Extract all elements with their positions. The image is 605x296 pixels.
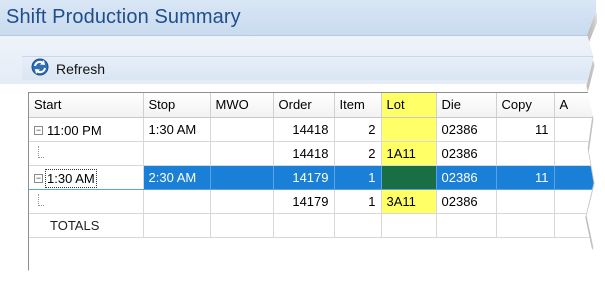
cell-item	[334, 213, 382, 238]
cell-die[interactable]: 02386	[436, 165, 497, 190]
cell-start[interactable]	[29, 141, 144, 166]
table-row-selected[interactable]: −1:30 AM 2:30 AM 14179 1 02386 11	[29, 165, 595, 190]
cell-stop[interactable]: 1:30 AM	[143, 117, 211, 142]
cell-mwo	[210, 213, 274, 238]
cell-order[interactable]: 14179	[273, 165, 335, 190]
table-row[interactable]: −11:00 PM 1:30 AM 14418 2 02386 11	[29, 117, 595, 142]
cell-die[interactable]: 02386	[436, 117, 497, 142]
tree-connector	[38, 145, 44, 158]
tree-connector	[38, 193, 44, 206]
totals-label: TOTALS	[29, 213, 144, 238]
cell-mwo[interactable]	[210, 117, 274, 142]
column-header-mwo[interactable]: MWO	[210, 93, 274, 118]
cell-extra[interactable]	[554, 117, 595, 142]
column-header-copy[interactable]: Copy	[496, 93, 555, 118]
window-title: Shift Production Summary	[6, 6, 241, 28]
cell-copy[interactable]: 11	[496, 165, 555, 190]
cell-die	[436, 213, 497, 238]
refresh-button[interactable]: Refresh	[26, 58, 109, 80]
grid-header-row: Start Stop MWO Order Item Lot Die Copy A	[29, 93, 595, 118]
column-header-extra[interactable]: A	[554, 93, 595, 118]
column-header-lot[interactable]: Lot	[381, 93, 437, 118]
cell-copy[interactable]	[496, 141, 555, 166]
totals-row: TOTALS	[29, 213, 595, 238]
production-grid[interactable]: Start Stop MWO Order Item Lot Die Copy A	[28, 92, 596, 272]
cell-lot	[381, 213, 437, 238]
cell-copy[interactable]	[496, 189, 555, 214]
table-row[interactable]: 14418 2 1A11 02386	[29, 141, 595, 166]
cell-start[interactable]: −1:30 AM	[29, 165, 144, 190]
refresh-icon	[30, 57, 50, 82]
cell-extra[interactable]	[554, 165, 595, 190]
cell-mwo[interactable]	[210, 141, 274, 166]
table-row[interactable]: 14179 1 3A11 02386	[29, 189, 595, 214]
cell-order	[273, 213, 335, 238]
column-header-die[interactable]: Die	[436, 93, 497, 118]
title-bar: Shift Production Summary	[0, 0, 596, 36]
cell-item[interactable]: 2	[334, 141, 382, 166]
column-header-order[interactable]: Order	[273, 93, 335, 118]
screenshot-stage: Shift Production Summary Refresh Start S…	[0, 0, 605, 296]
cell-die[interactable]: 02386	[436, 141, 497, 166]
cell-mwo[interactable]	[210, 189, 274, 214]
cell-order[interactable]: 14418	[273, 117, 335, 142]
cell-mwo[interactable]	[210, 165, 274, 190]
column-header-start[interactable]: Start	[29, 93, 144, 118]
cell-copy	[496, 213, 555, 238]
cell-stop[interactable]	[143, 141, 211, 166]
cell-extra[interactable]	[554, 141, 595, 166]
cell-lot[interactable]	[381, 165, 437, 190]
cell-order[interactable]: 14179	[273, 189, 335, 214]
column-header-item[interactable]: Item	[334, 93, 382, 118]
cell-item[interactable]: 1	[334, 165, 382, 190]
refresh-label: Refresh	[56, 61, 106, 77]
collapse-icon[interactable]: −	[34, 125, 43, 135]
cell-stop[interactable]: 2:30 AM	[143, 165, 211, 190]
cell-lot[interactable]	[381, 117, 437, 142]
app-window: Shift Production Summary Refresh Start S…	[0, 0, 596, 278]
cell-lot[interactable]: 1A11	[381, 141, 437, 166]
collapse-icon[interactable]: −	[34, 173, 43, 183]
cell-lot[interactable]: 3A11	[381, 189, 437, 214]
cell-start[interactable]	[29, 189, 144, 214]
cell-stop[interactable]	[143, 189, 211, 214]
cell-order[interactable]: 14418	[273, 141, 335, 166]
cell-item[interactable]: 2	[334, 117, 382, 142]
cell-copy[interactable]: 11	[496, 117, 555, 142]
cell-die[interactable]: 02386	[436, 189, 497, 214]
cell-start[interactable]: −11:00 PM	[29, 117, 144, 142]
cell-item[interactable]: 1	[334, 189, 382, 214]
toolbar: Refresh	[0, 36, 596, 84]
cell-stop	[143, 213, 211, 238]
column-header-stop[interactable]: Stop	[143, 93, 211, 118]
grid-table: Start Stop MWO Order Item Lot Die Copy A	[29, 93, 595, 238]
